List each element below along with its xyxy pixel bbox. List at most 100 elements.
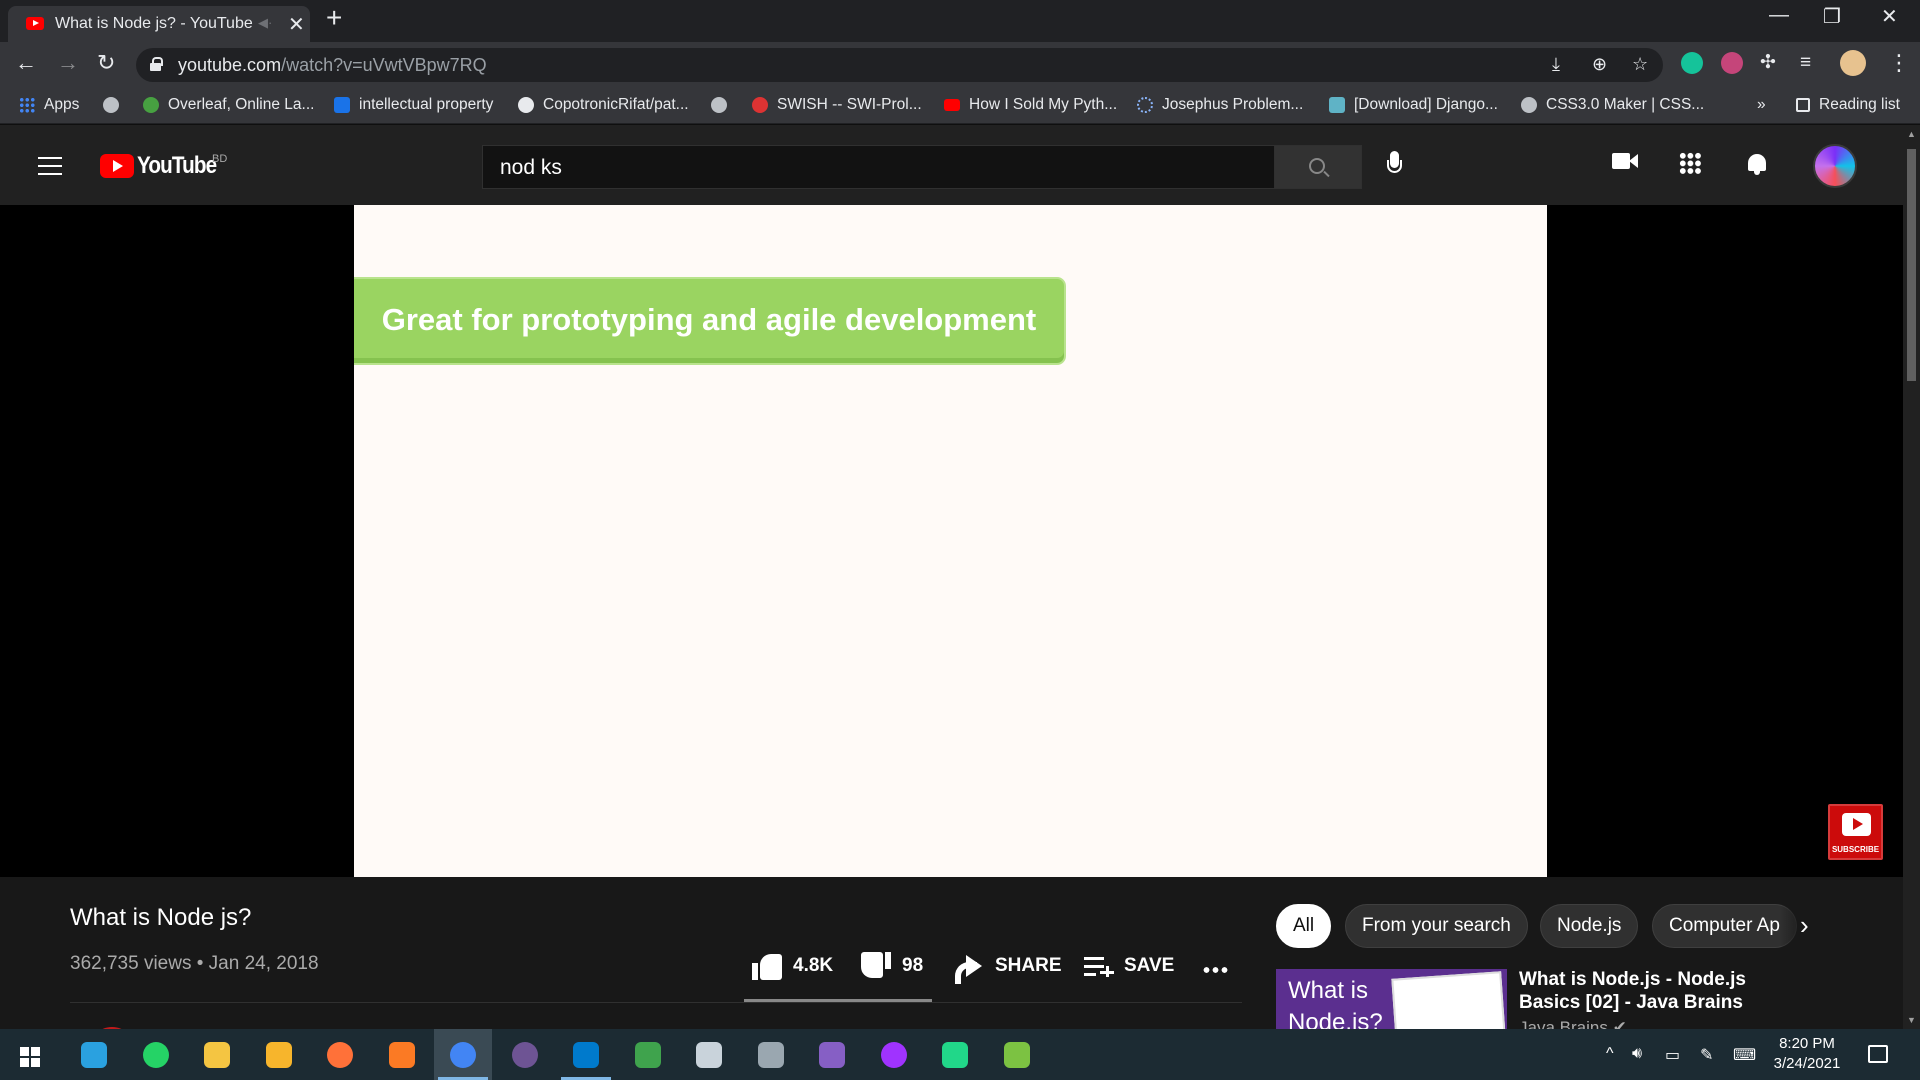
account-avatar[interactable]: [1813, 144, 1857, 188]
recommended-video-channel[interactable]: Java Brains ✔: [1519, 1018, 1627, 1029]
bookmark-django[interactable]: [Download] Django...: [1329, 94, 1498, 116]
scroll-down-icon[interactable]: ▼: [1907, 1015, 1916, 1025]
globe-icon: [103, 97, 119, 113]
browser-tabstrip: What is Node js? - YouTube ◀· ✕ + — ❐ ✕: [0, 0, 1920, 42]
bookmark-intellectual-property[interactable]: intellectual property: [334, 94, 493, 116]
taskbar-app[interactable]: [373, 1029, 431, 1080]
youtube-apps-icon[interactable]: [1679, 152, 1701, 174]
forward-button[interactable]: →: [57, 51, 79, 75]
bookmark-youtube-video[interactable]: How I Sold My Pyth...: [944, 94, 1117, 116]
search-input[interactable]: nod ks: [482, 145, 1274, 189]
share-button[interactable]: SHARE: [954, 951, 1062, 984]
taskbar-app[interactable]: [803, 1029, 861, 1080]
bookmark-swish[interactable]: SWISH -- SWI-Prol...: [752, 94, 922, 116]
url-text[interactable]: youtube.com/watch?v=uVwtVBpw7RQ: [178, 55, 487, 76]
taskbar-app[interactable]: [434, 1029, 492, 1080]
scroll-up-icon[interactable]: ▲: [1907, 129, 1916, 139]
windows-logo-icon: [20, 1047, 40, 1067]
taskbar-app[interactable]: [188, 1029, 246, 1080]
taskbar-app[interactable]: [926, 1029, 984, 1080]
bookmark-globe-2[interactable]: [711, 94, 736, 116]
country-code: BD: [212, 153, 228, 165]
bookmark-josephus[interactable]: Josephus Problem...: [1137, 94, 1303, 116]
muted-speaker-icon[interactable]: ◀·: [258, 15, 272, 31]
address-bar[interactable]: youtube.com/watch?v=uVwtVBpw7RQ ⤓ ⊕ ☆: [136, 48, 1663, 82]
bookmark-globe[interactable]: [103, 94, 128, 116]
taskbar-app[interactable]: [65, 1029, 123, 1080]
reading-list-button[interactable]: Reading list: [1796, 94, 1900, 116]
grammarly-extension-icon[interactable]: [1681, 52, 1703, 74]
extension-icon[interactable]: [1721, 52, 1743, 74]
back-button[interactable]: ←: [15, 51, 37, 75]
taskbar-app[interactable]: [250, 1029, 308, 1080]
pen-icon[interactable]: ✎: [1700, 1045, 1713, 1065]
taskbar-app[interactable]: [127, 1029, 185, 1080]
save-button[interactable]: SAVE: [1084, 951, 1174, 981]
taskbar-firefox-icon: [327, 1042, 353, 1068]
reload-button[interactable]: ↻: [97, 51, 115, 75]
search-button[interactable]: [1274, 145, 1362, 189]
notifications-bell-icon[interactable]: [1746, 152, 1768, 176]
notifications-icon[interactable]: [1868, 1045, 1888, 1063]
bookmark-github[interactable]: CopotronicRifat/pat...: [518, 94, 689, 116]
video-frame[interactable]: Great for prototyping and agile developm…: [354, 205, 1547, 877]
keyboard-icon[interactable]: ⌨: [1733, 1045, 1756, 1065]
taskbar-app[interactable]: [865, 1029, 923, 1080]
chip-nodejs[interactable]: Node.js: [1540, 904, 1639, 948]
restore-button[interactable]: ❐: [1823, 4, 1841, 29]
chip-from-your-search[interactable]: From your search: [1345, 904, 1528, 948]
dislike-button[interactable]: 98: [861, 951, 923, 981]
video-player[interactable]: Great for prototyping and agile developm…: [0, 205, 1903, 877]
close-window-button[interactable]: ✕: [1881, 4, 1898, 29]
install-app-icon[interactable]: ⤓: [1552, 54, 1560, 75]
taskbar-app[interactable]: [557, 1029, 615, 1080]
youtube-icon: [944, 99, 960, 111]
chip-computer-applications[interactable]: Computer Ap: [1652, 904, 1797, 948]
youtube-logo[interactable]: YouTube: [100, 152, 229, 179]
taskbar-app[interactable]: [680, 1029, 738, 1080]
zoom-icon[interactable]: ⊕: [1592, 54, 1607, 75]
browser-tab[interactable]: What is Node js? - YouTube ◀· ✕: [8, 6, 310, 42]
start-button[interactable]: [0, 1029, 58, 1080]
bookmarks-overflow-button[interactable]: »: [1757, 94, 1766, 116]
scrollbar-thumb[interactable]: [1907, 149, 1916, 381]
system-clock[interactable]: 8:20 PM 3/24/2021: [1763, 1034, 1851, 1074]
verified-badge-icon: ✔: [1612, 1018, 1627, 1029]
taskbar-app[interactable]: [988, 1029, 1046, 1080]
recommended-video-thumbnail[interactable]: What is Node.js?: [1276, 969, 1507, 1029]
chip-all[interactable]: All: [1276, 904, 1332, 948]
lock-icon[interactable]: [150, 57, 163, 71]
create-video-icon[interactable]: [1612, 152, 1638, 170]
taskbar-app-icon: [265, 1042, 292, 1068]
profile-avatar[interactable]: [1840, 50, 1866, 76]
tab-close-icon[interactable]: ✕: [288, 12, 305, 37]
youtube-favicon-icon: [26, 17, 44, 30]
media-controls-icon[interactable]: ≡: [1800, 51, 1811, 75]
taskbar-app[interactable]: [742, 1029, 800, 1080]
bookmark-overleaf[interactable]: Overleaf, Online La...: [143, 94, 314, 116]
page-scrollbar[interactable]: ▲ ▼: [1903, 125, 1920, 1029]
network-icon[interactable]: ▭: [1665, 1045, 1680, 1065]
search-query[interactable]: nod ks: [500, 156, 562, 180]
voice-search-icon[interactable]: [1386, 151, 1402, 181]
show-hidden-icons-icon[interactable]: ^: [1606, 1045, 1614, 1063]
taskbar-app[interactable]: [496, 1029, 554, 1080]
browser-menu-icon[interactable]: ⋮: [1888, 50, 1910, 76]
menu-icon[interactable]: [38, 157, 62, 175]
taskbar-app[interactable]: [311, 1029, 369, 1080]
minimize-button[interactable]: —: [1769, 4, 1789, 27]
more-actions-icon[interactable]: [1202, 967, 1228, 973]
reading-list-icon: [1796, 98, 1810, 112]
bookmark-apps[interactable]: Apps: [19, 94, 79, 116]
taskbar-vscode-icon: [573, 1042, 599, 1068]
like-button[interactable]: 4.8K: [752, 951, 833, 981]
chevron-right-icon[interactable]: ›: [1800, 910, 1809, 941]
extensions-puzzle-icon[interactable]: ✣: [1760, 51, 1776, 75]
subscribe-watermark[interactable]: SUBSCRIBE: [1828, 804, 1883, 860]
volume-icon[interactable]: 🔊︎: [1632, 1045, 1642, 1063]
new-tab-button[interactable]: +: [326, 4, 342, 32]
taskbar-app[interactable]: [619, 1029, 677, 1080]
recommended-video-title[interactable]: What is Node.js - Node.js Basics [02] - …: [1519, 968, 1759, 1014]
bookmark-star-icon[interactable]: ☆: [1632, 54, 1648, 75]
bookmark-css-maker[interactable]: CSS3.0 Maker | CSS...: [1521, 94, 1704, 116]
